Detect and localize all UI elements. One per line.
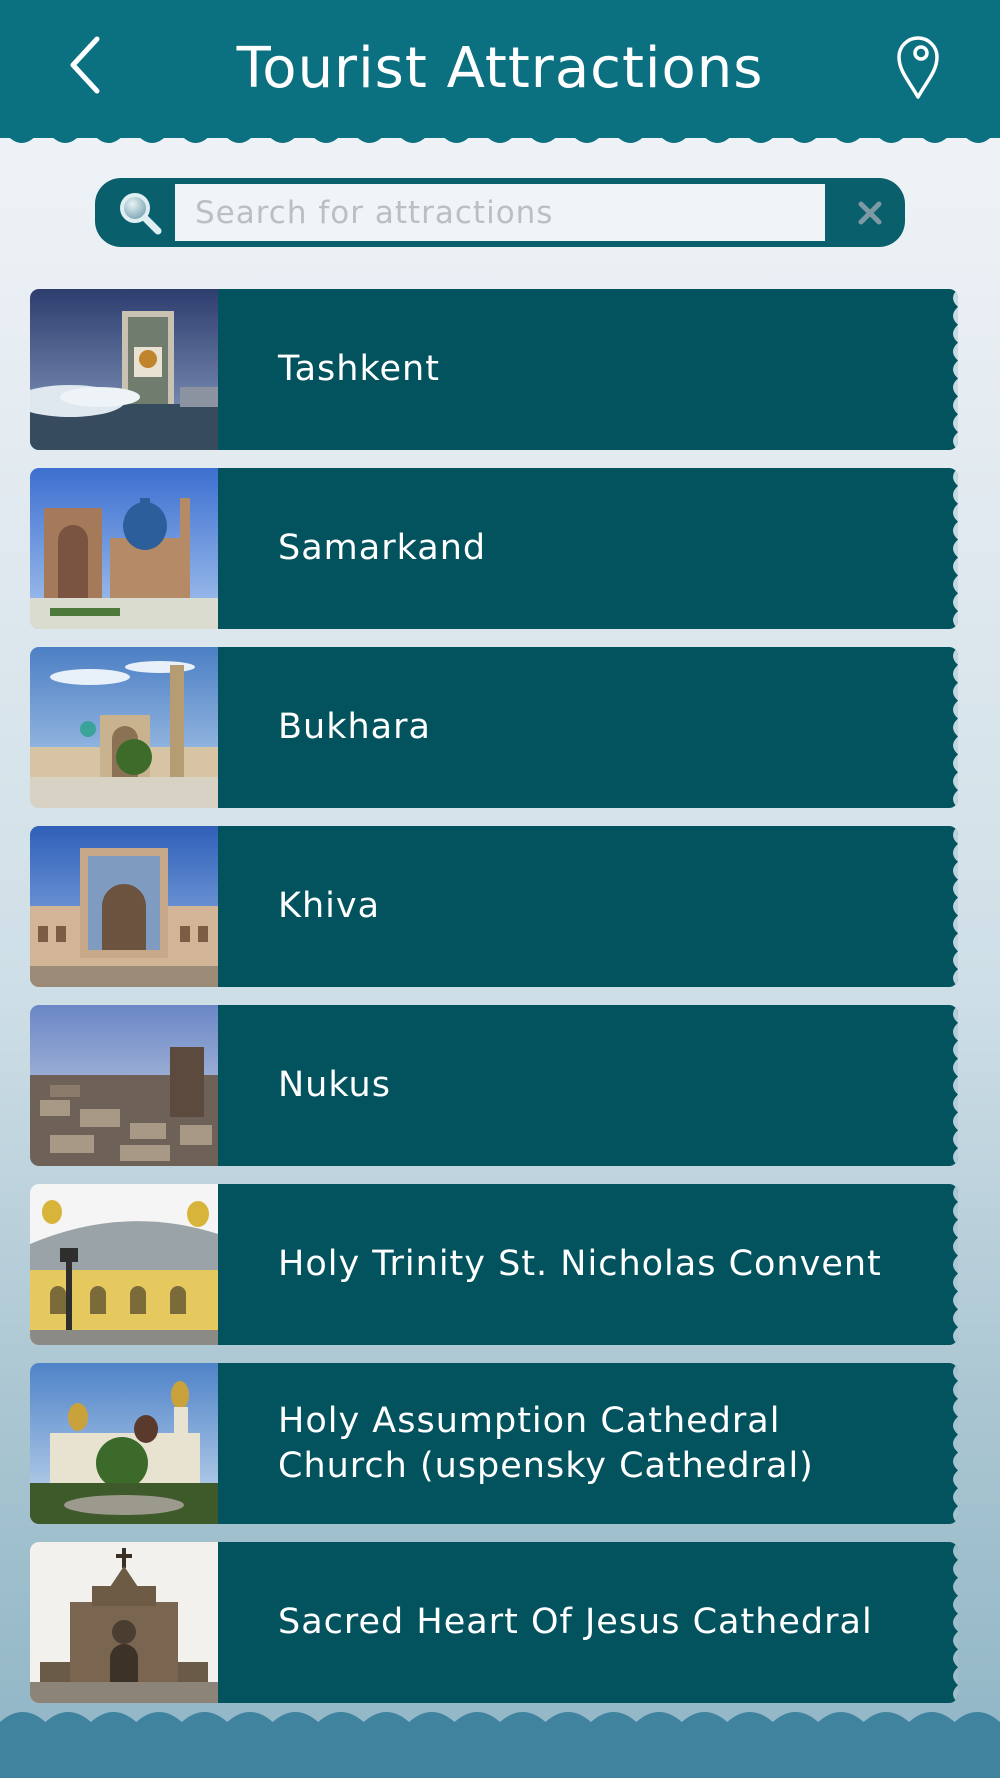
- attraction-name: Sacred Heart Of Jesus Cathedral: [278, 1602, 873, 1642]
- attraction-name: Khiva: [278, 886, 381, 926]
- list-item[interactable]: Nukus: [30, 1005, 958, 1166]
- search-bar: [95, 178, 905, 247]
- search-input[interactable]: [175, 184, 825, 241]
- attraction-photo-bukhara: [30, 647, 218, 808]
- app-header: Tourist Attractions: [0, 0, 1000, 138]
- attraction-photo-tashkent: [30, 289, 218, 450]
- back-button[interactable]: [55, 30, 115, 100]
- footer-bar: [0, 1724, 1000, 1778]
- attraction-label-panel: Khiva: [218, 826, 958, 987]
- attraction-name: Bukhara: [278, 707, 431, 747]
- scallop-edge-decoration: [953, 826, 958, 987]
- attraction-label-panel: Nukus: [218, 1005, 958, 1166]
- scallop-edge-decoration: [953, 1363, 958, 1524]
- clear-search-button[interactable]: [845, 188, 895, 238]
- page-title: Tourist Attractions: [236, 36, 764, 101]
- attraction-name: Nukus: [278, 1065, 391, 1105]
- magnifier-icon[interactable]: [117, 190, 163, 236]
- list-item[interactable]: Holy Trinity St. Nicholas Convent: [30, 1184, 958, 1345]
- attraction-label-panel: Samarkand: [218, 468, 958, 629]
- attraction-name: Samarkand: [278, 528, 487, 568]
- attraction-label-panel: Sacred Heart Of Jesus Cathedral: [218, 1542, 958, 1703]
- chevron-left-icon: [70, 36, 100, 94]
- scallop-edge-decoration: [953, 647, 958, 808]
- attraction-label-panel: Bukhara: [218, 647, 958, 808]
- scallop-edge-decoration: [953, 468, 958, 629]
- close-icon: [858, 201, 882, 225]
- scallop-edge-decoration: [953, 1184, 958, 1345]
- scallop-edge-decoration: [953, 1005, 958, 1166]
- attraction-label-panel: Tashkent: [218, 289, 958, 450]
- attraction-photo-holy-trinity: [30, 1184, 218, 1345]
- list-item[interactable]: Sacred Heart Of Jesus Cathedral: [30, 1542, 958, 1703]
- header-scallop-decoration: [0, 126, 1000, 143]
- attraction-photo-nukus: [30, 1005, 218, 1166]
- attraction-name: Holy Assumption Cathedral Church (uspens…: [278, 1400, 814, 1486]
- scallop-edge-decoration: [953, 1542, 958, 1703]
- attraction-name: Tashkent: [278, 349, 440, 389]
- attraction-label-panel: Holy Trinity St. Nicholas Convent: [218, 1184, 958, 1345]
- list-item[interactable]: Tashkent: [30, 289, 958, 450]
- scallop-edge-decoration: [953, 289, 958, 450]
- list-item[interactable]: Holy Assumption Cathedral Church (uspens…: [30, 1363, 958, 1524]
- attraction-photo-samarkand: [30, 468, 218, 629]
- attraction-photo-khiva: [30, 826, 218, 987]
- attraction-label-panel: Holy Assumption Cathedral Church (uspens…: [218, 1363, 958, 1524]
- list-item[interactable]: Bukhara: [30, 647, 958, 808]
- attractions-list: Tashkent Samarkand Bukhara Khiva Nukus H…: [30, 289, 958, 1721]
- list-item[interactable]: Samarkand: [30, 468, 958, 629]
- location-button[interactable]: [882, 30, 954, 106]
- list-item[interactable]: Khiva: [30, 826, 958, 987]
- attraction-photo-holy-assumption: [30, 1363, 218, 1524]
- attraction-photo-sacred-heart: [30, 1542, 218, 1703]
- attraction-name: Holy Trinity St. Nicholas Convent: [278, 1244, 882, 1284]
- map-pin-icon: [897, 36, 939, 99]
